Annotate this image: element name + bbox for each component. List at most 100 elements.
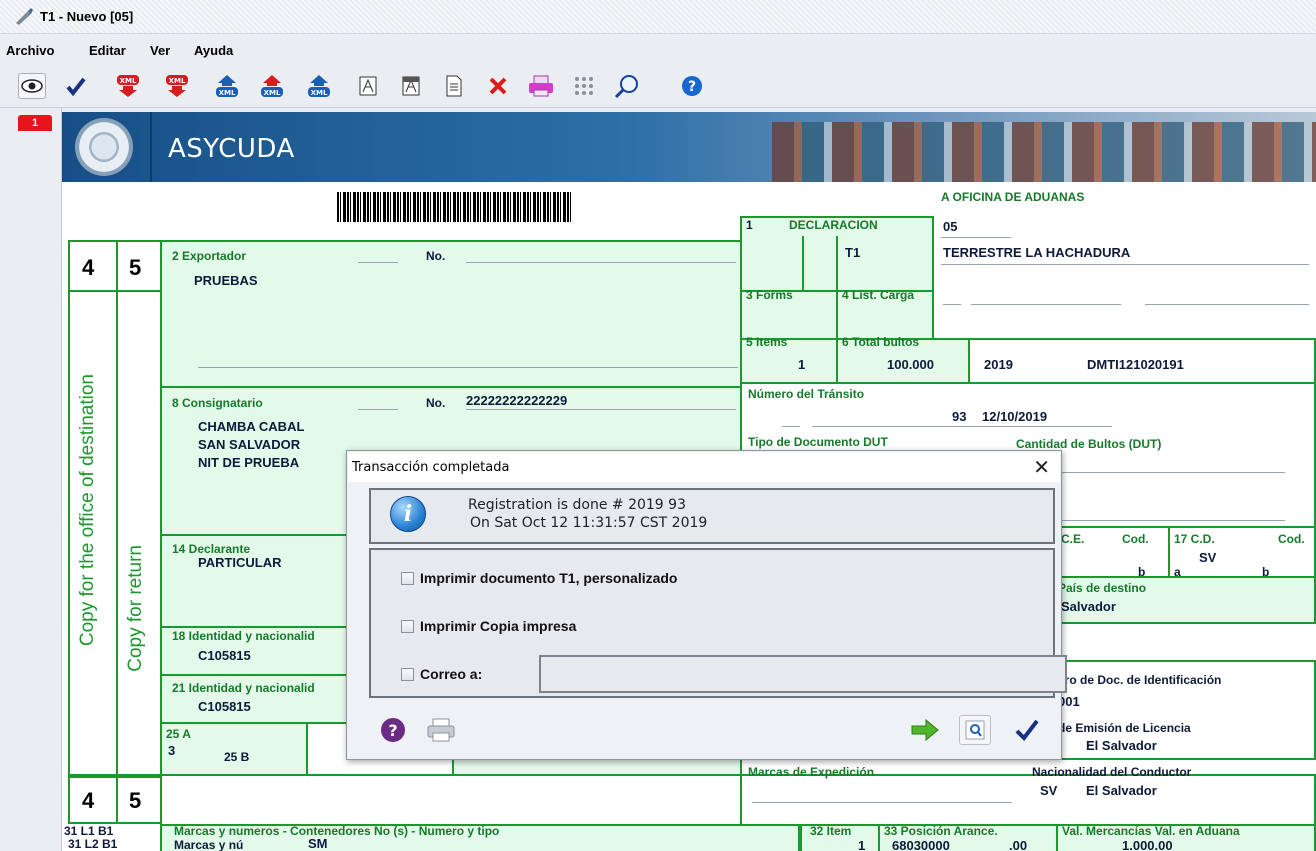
identidad-21-label: 21 Identidad y nacionalid bbox=[172, 681, 315, 695]
l2b1-label: 31 L2 B1 bbox=[68, 837, 118, 851]
pdf-icon-2[interactable] bbox=[397, 73, 425, 99]
option-print-copy[interactable]: Imprimir Copia impresa bbox=[401, 618, 576, 634]
check-icon bbox=[1015, 719, 1039, 742]
item-value[interactable]: 1 bbox=[858, 838, 865, 851]
bottom-row-box bbox=[160, 774, 742, 826]
office-code[interactable]: 05 bbox=[943, 219, 957, 234]
nacionalidad-conductor-value[interactable]: El Salvador bbox=[1086, 783, 1157, 798]
exportador-no-label: No. bbox=[426, 249, 446, 263]
xml-import-icon-2[interactable]: XML bbox=[258, 73, 286, 99]
option-print-personalized[interactable]: Imprimir documento T1, personalizado bbox=[401, 570, 677, 586]
l1b1-label: 31 L1 B1 bbox=[64, 824, 114, 838]
cantidad-bultos-label: Cantidad de Bultos (DUT) bbox=[1016, 437, 1162, 451]
search-icon[interactable] bbox=[613, 73, 641, 99]
box-25a-value[interactable]: 3 bbox=[168, 743, 175, 758]
svg-text:XML: XML bbox=[120, 77, 137, 85]
marcas-value[interactable]: SM bbox=[308, 836, 328, 851]
svg-text:?: ? bbox=[688, 79, 696, 95]
port-image bbox=[772, 122, 1316, 182]
emision-licencia-label: de Emisión de Licencia bbox=[1058, 721, 1191, 735]
preview-button[interactable] bbox=[959, 715, 991, 745]
consignatario-no-value[interactable]: 22222222222229 bbox=[466, 393, 567, 408]
menu-ver[interactable]: Ver bbox=[150, 43, 170, 58]
copy-destination-label: Copy for the office of destination bbox=[77, 374, 98, 647]
print-copy-checkbox[interactable] bbox=[401, 619, 414, 633]
print-copy-label: Imprimir Copia impresa bbox=[420, 618, 577, 634]
email-input[interactable] bbox=[539, 655, 1067, 693]
list-carga-label: 4 List. Carga bbox=[842, 288, 915, 302]
copy-return-label: Copy for return bbox=[125, 545, 146, 672]
confirm-button[interactable] bbox=[1011, 715, 1043, 745]
page-tab-1[interactable]: 1 bbox=[18, 115, 52, 131]
help-button[interactable]: ? bbox=[377, 715, 409, 745]
menu-archivo[interactable]: Archivo bbox=[6, 43, 54, 58]
print-button[interactable] bbox=[425, 715, 457, 745]
svg-text:?: ? bbox=[388, 721, 397, 740]
check-icon[interactable] bbox=[62, 73, 90, 99]
menu-ayuda[interactable]: Ayuda bbox=[194, 43, 233, 58]
menu-bar: Archivo Editar Ver Ayuda bbox=[0, 34, 1316, 64]
total-bultos-label: 6 Total bultos bbox=[842, 335, 920, 349]
info-icon: i bbox=[390, 496, 426, 532]
transito-value[interactable]: 93 bbox=[952, 409, 966, 424]
print-personalized-checkbox[interactable] bbox=[401, 571, 414, 585]
cd-value[interactable]: SV bbox=[1199, 550, 1216, 565]
posicion-value[interactable]: 68030000 bbox=[892, 838, 950, 851]
reference-number[interactable]: DMTI121020191 bbox=[1087, 357, 1184, 372]
pais-destino-value[interactable]: Salvador bbox=[1061, 599, 1116, 614]
identidad-21-value[interactable]: C105815 bbox=[198, 699, 251, 714]
pdf-icon[interactable] bbox=[354, 73, 382, 99]
dialog-options-panel: Imprimir documento T1, personalizado Imp… bbox=[369, 548, 1067, 698]
brand-name: ASYCUDA bbox=[168, 134, 295, 164]
exportador-name[interactable]: PRUEBAS bbox=[194, 273, 258, 288]
eye-icon[interactable] bbox=[18, 73, 46, 99]
ce-label: C.E. bbox=[1061, 532, 1085, 546]
nacionalidad-conductor-code[interactable]: SV bbox=[1040, 783, 1057, 798]
print-icon[interactable] bbox=[527, 73, 555, 99]
val-value[interactable]: 1.000.00 bbox=[1122, 838, 1173, 851]
next-button[interactable] bbox=[909, 715, 941, 745]
marcas-sub-label: Marcas y nú bbox=[174, 838, 244, 851]
transaction-dialog: Transacción completada ✕ i Registration … bbox=[346, 450, 1067, 760]
consignatario-line-3[interactable]: NIT DE PRUEBA bbox=[198, 455, 299, 470]
cod-label-1: Cod. bbox=[1122, 532, 1149, 546]
document-icon[interactable] bbox=[440, 73, 468, 99]
menu-editar[interactable]: Editar bbox=[89, 43, 126, 58]
consignatario-no-label: No. bbox=[426, 396, 446, 410]
total-bultos-value[interactable]: 100.000 bbox=[887, 357, 934, 372]
consignatario-line-2[interactable]: SAN SALVADOR bbox=[198, 437, 300, 452]
cd-label: 17 C.D. bbox=[1174, 532, 1215, 546]
email-checkbox[interactable] bbox=[401, 667, 414, 681]
delete-icon[interactable] bbox=[484, 73, 512, 99]
emision-licencia-value[interactable]: El Salvador bbox=[1086, 738, 1157, 753]
declaracion-type[interactable]: T1 bbox=[845, 245, 860, 260]
printer-icon bbox=[427, 718, 455, 742]
items-value[interactable]: 1 bbox=[798, 357, 805, 372]
option-email[interactable]: Correo a: bbox=[401, 666, 482, 682]
transito-date[interactable]: 12/10/2019 bbox=[982, 409, 1047, 424]
un-logo-icon bbox=[75, 118, 133, 176]
marcas-label: Marcas y numeros - Contenedores No (s) -… bbox=[174, 824, 500, 838]
close-icon[interactable]: ✕ bbox=[1033, 455, 1050, 479]
reference-year[interactable]: 2019 bbox=[984, 357, 1013, 372]
consignatario-line-1[interactable]: CHAMBA CABAL bbox=[198, 419, 304, 434]
declarante-name[interactable]: PARTICULAR bbox=[198, 555, 282, 570]
posicion-suffix[interactable]: .00 bbox=[1009, 838, 1027, 851]
doc-identificacion-label: ero de Doc. de Identificación bbox=[1058, 673, 1222, 687]
xml-export-icon[interactable]: XML bbox=[114, 73, 142, 99]
identidad-18-value[interactable]: C105815 bbox=[198, 648, 251, 663]
help-icon[interactable]: ? bbox=[678, 73, 706, 99]
xml-import-icon[interactable]: XML bbox=[213, 73, 241, 99]
email-label: Correo a: bbox=[420, 666, 483, 682]
cod-label-2: Cod. bbox=[1278, 532, 1305, 546]
side-number-4-top: 4 bbox=[82, 255, 95, 280]
dialog-title-bar: Transacción completada ✕ bbox=[348, 452, 1060, 482]
xml-export-icon-2[interactable]: XML bbox=[163, 73, 191, 99]
dialog-title: Transacción completada bbox=[352, 460, 510, 475]
grid-icon[interactable] bbox=[570, 73, 598, 99]
title-bar: T1 - Nuevo [05] bbox=[0, 0, 1316, 34]
office-name[interactable]: TERRESTRE LA HACHADURA bbox=[943, 245, 1130, 260]
posicion-label: 33 Posición Arance. bbox=[884, 824, 998, 838]
xml-import-icon-3[interactable]: XML bbox=[305, 73, 333, 99]
box-25a-label: 25 A bbox=[166, 727, 191, 741]
